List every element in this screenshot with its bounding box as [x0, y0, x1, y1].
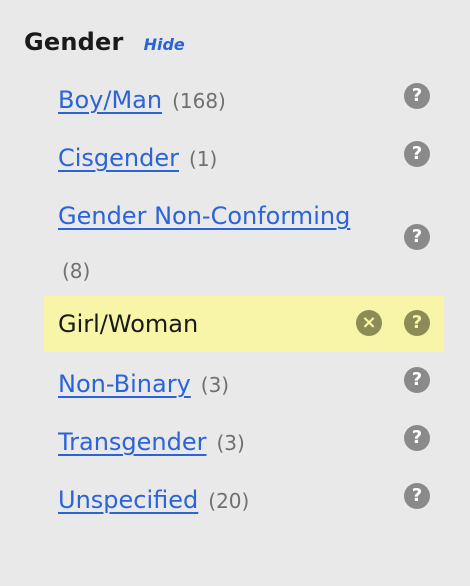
option-link[interactable]: Cisgender	[58, 144, 179, 172]
option-link[interactable]: Unspecified	[58, 486, 198, 514]
option-count: (3)	[200, 373, 230, 397]
help-icon[interactable]: ?	[404, 367, 430, 393]
filter-option-boy-man: Boy/Man (168) ?	[44, 74, 444, 126]
filter-option-girl-woman-selected: Girl/Woman × ?	[44, 296, 444, 352]
option-count: (8)	[62, 259, 91, 283]
option-link[interactable]: Transgender	[58, 428, 207, 456]
option-link[interactable]: Gender Non-Conforming	[58, 202, 350, 230]
filter-header: Gender Hide	[24, 28, 185, 56]
filter-option-cisgender: Cisgender (1) ?	[44, 132, 444, 184]
gender-filter-panel: Gender Hide Boy/Man (168) ? Cisgender (1) …	[0, 0, 470, 586]
help-icon[interactable]: ?	[404, 425, 430, 451]
filter-option-unspecified: Unspecified (20) ?	[44, 474, 444, 526]
clear-selection-icon[interactable]: ×	[356, 310, 382, 336]
option-count: (3)	[216, 431, 245, 455]
filter-option-gender-non-conforming: Gender Non-Conforming (8) ?	[44, 190, 444, 292]
hide-link[interactable]: Hide	[144, 35, 185, 54]
help-icon[interactable]: ?	[404, 483, 430, 509]
filter-option-non-binary: Non-Binary (3) ?	[44, 358, 444, 410]
help-icon[interactable]: ?	[404, 310, 430, 336]
filter-title: Gender	[24, 28, 124, 56]
option-link[interactable]: Non-Binary	[58, 370, 191, 398]
filter-option-transgender: Transgender (3) ?	[44, 416, 444, 468]
option-count: (20)	[208, 489, 250, 513]
option-count: (168)	[172, 89, 226, 113]
selected-option-label: Girl/Woman	[58, 310, 199, 338]
option-link[interactable]: Boy/Man	[58, 86, 162, 114]
help-icon[interactable]: ?	[404, 224, 430, 250]
help-icon[interactable]: ?	[404, 83, 430, 109]
help-icon[interactable]: ?	[404, 141, 430, 167]
option-count: (1)	[189, 147, 218, 171]
